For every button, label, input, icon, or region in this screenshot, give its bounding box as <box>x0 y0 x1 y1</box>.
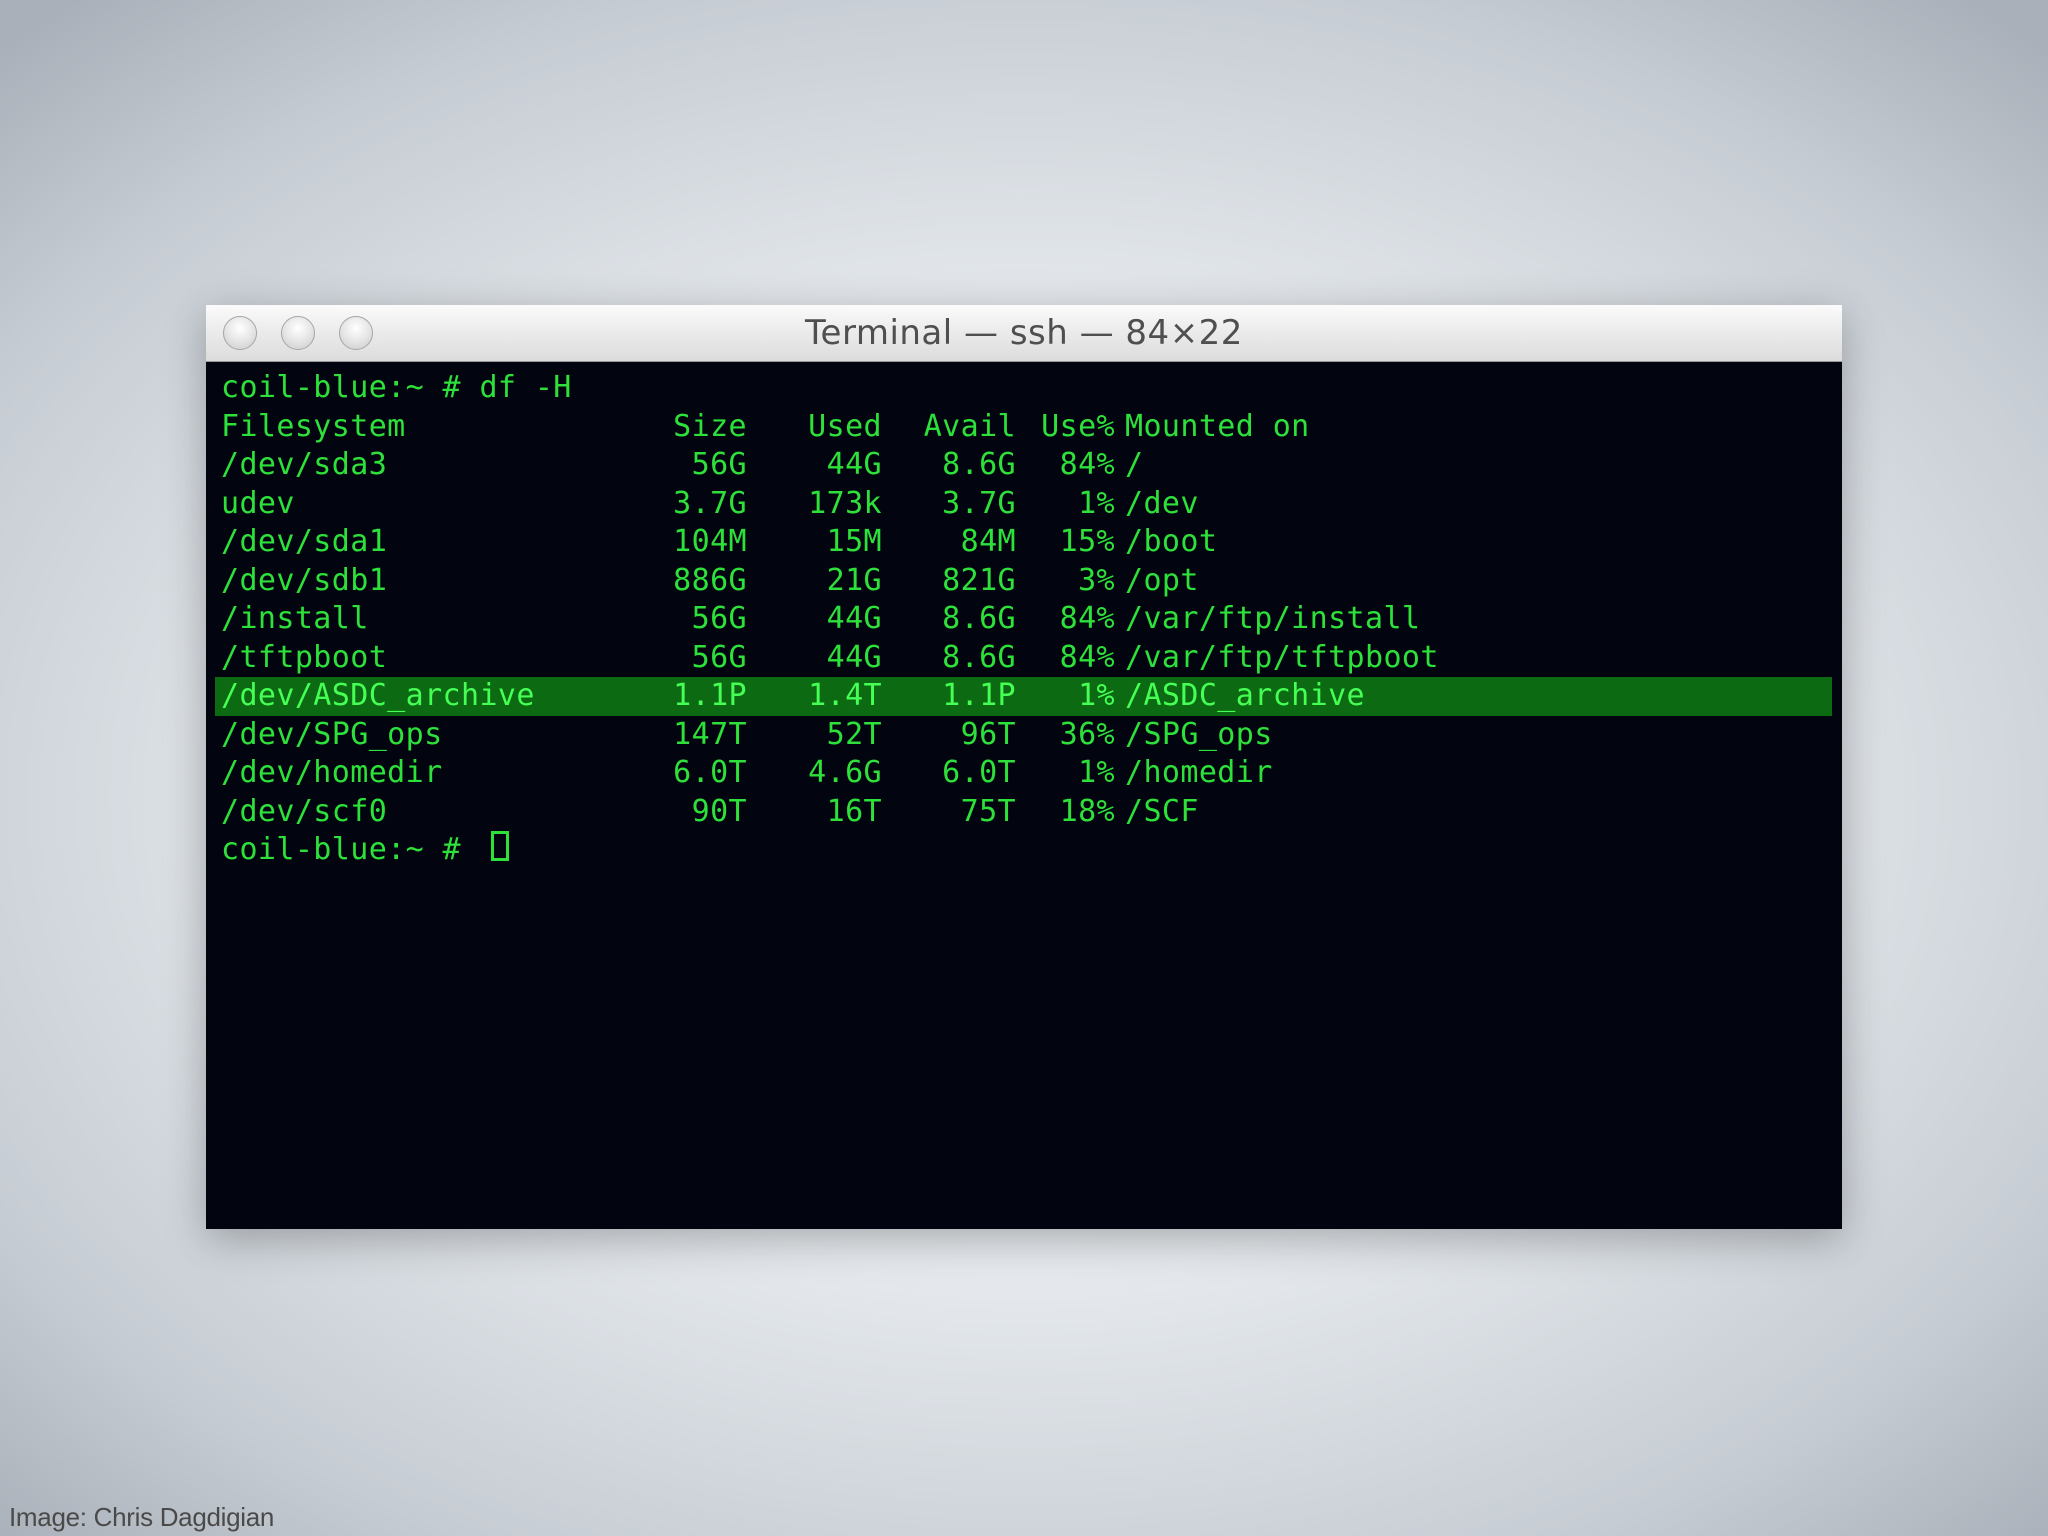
cell-size: 147T <box>673 716 747 752</box>
cell-filesystem: udev <box>221 485 295 521</box>
cell-mounted-on: /SCF <box>1125 793 1199 829</box>
cell-filesystem: /dev/homedir <box>221 755 443 790</box>
cell-size: 3.7G <box>673 485 747 521</box>
terminal-screen[interactable]: coil-blue:~ # df -H Filesystem Size Used… <box>215 369 1832 1229</box>
header-use-pct: Use% <box>1041 408 1115 444</box>
cell-used: 4.6G <box>808 755 882 790</box>
cell-size: 56G <box>691 447 747 482</box>
cell-size: 886G <box>673 562 747 598</box>
cell-filesystem: /dev/SPG_ops <box>221 716 443 752</box>
cell-used: 15M <box>826 524 882 559</box>
cell-avail: 6.0T <box>942 755 1016 790</box>
command-text: coil-blue:~ # df -H <box>221 370 572 405</box>
header-used: Used <box>808 408 882 444</box>
table-row: /dev/homedir 6.0T 4.6G 6.0T 1% /homedir <box>215 754 1832 793</box>
cell-used: 1.4T <box>808 678 882 713</box>
title-bar[interactable]: Terminal — ssh — 84×22 <box>206 305 1842 362</box>
cell-filesystem: /dev/sdb1 <box>221 562 388 598</box>
cell-filesystem: /dev/ASDC_archive <box>221 678 535 713</box>
cell-filesystem: /install <box>221 601 369 636</box>
cell-filesystem: /dev/scf0 <box>221 793 388 829</box>
cell-use-pct: 84% <box>1059 639 1115 675</box>
header-avail: Avail <box>923 408 1016 444</box>
table-row: /dev/sda3 56G 44G 8.6G 84% / <box>215 446 1832 485</box>
cell-filesystem: /dev/sda1 <box>221 524 388 559</box>
cell-size: 6.0T <box>673 755 747 790</box>
cell-avail: 8.6G <box>942 447 1016 482</box>
table-row: /dev/scf0 90T 16T 75T 18% /SCF <box>215 793 1832 832</box>
cell-avail: 8.6G <box>942 601 1016 636</box>
table-row: /dev/sdb1 886G 21G 821G 3% /opt <box>215 562 1832 601</box>
table-header: Filesystem Size Used Avail Use% Mounted … <box>215 408 1832 447</box>
cell-avail: 84M <box>960 524 1016 559</box>
cell-used: 16T <box>826 793 882 829</box>
cell-avail: 96T <box>960 716 1016 752</box>
cell-use-pct: 1% <box>1078 755 1115 790</box>
cell-used: 44G <box>826 447 882 482</box>
cell-use-pct: 36% <box>1059 716 1115 752</box>
cell-use-pct: 18% <box>1059 793 1115 829</box>
prompt-text: coil-blue:~ # <box>221 832 480 867</box>
cell-mounted-on: /var/ftp/tftpboot <box>1125 639 1439 675</box>
cell-size: 56G <box>691 601 747 636</box>
cell-use-pct: 15% <box>1059 524 1115 559</box>
cell-mounted-on: /SPG_ops <box>1125 716 1273 752</box>
cell-mounted-on: /homedir <box>1125 755 1273 790</box>
cell-size: 1.1P <box>673 678 747 713</box>
table-row: /install 56G 44G 8.6G 84% /var/ftp/insta… <box>215 600 1832 639</box>
cell-use-pct: 84% <box>1059 447 1115 482</box>
cell-used: 44G <box>826 639 882 675</box>
cell-mounted-on: /dev <box>1125 485 1199 521</box>
cell-avail: 821G <box>942 562 1016 598</box>
cell-filesystem: /tftpboot <box>221 639 388 675</box>
cell-used: 21G <box>826 562 882 598</box>
terminal-window[interactable]: Terminal — ssh — 84×22 coil-blue:~ # df … <box>206 305 1842 1229</box>
cell-size: 56G <box>691 639 747 675</box>
header-mounted-on: Mounted on <box>1125 408 1310 444</box>
text-cursor <box>491 831 509 861</box>
image-credit: Image: Chris Dagdigian <box>9 1502 275 1532</box>
cell-used: 52T <box>826 716 882 752</box>
prompt-line[interactable]: coil-blue:~ # <box>215 831 1832 870</box>
cell-use-pct: 1% <box>1078 485 1115 521</box>
cell-mounted-on: /var/ftp/install <box>1125 601 1421 636</box>
header-size: Size <box>673 408 747 444</box>
cell-avail: 3.7G <box>942 485 1016 521</box>
cell-use-pct: 84% <box>1059 601 1115 636</box>
window-title: Terminal — ssh — 84×22 <box>805 313 1243 353</box>
cell-use-pct: 1% <box>1078 678 1115 713</box>
cell-filesystem: /dev/sda3 <box>221 447 388 482</box>
cell-mounted-on: /opt <box>1125 562 1199 598</box>
cell-use-pct: 3% <box>1078 562 1115 598</box>
table-row-highlighted: /dev/ASDC_archive 1.1P 1.4T 1.1P 1% /ASD… <box>215 677 1832 716</box>
cell-mounted-on: /ASDC_archive <box>1125 678 1365 713</box>
table-row: /dev/sda1 104M 15M 84M 15% /boot <box>215 523 1832 562</box>
cell-mounted-on: / <box>1125 447 1144 482</box>
cell-size: 90T <box>691 793 747 829</box>
cell-avail: 8.6G <box>942 639 1016 675</box>
cell-avail: 1.1P <box>942 678 1016 713</box>
table-row: /tftpboot 56G 44G 8.6G 84% /var/ftp/tftp… <box>215 639 1832 678</box>
header-filesystem: Filesystem <box>221 408 406 444</box>
table-row: /dev/SPG_ops 147T 52T 96T 36% /SPG_ops <box>215 716 1832 755</box>
cell-used: 173k <box>808 485 882 521</box>
cell-avail: 75T <box>960 793 1016 829</box>
command-line: coil-blue:~ # df -H <box>215 369 1832 408</box>
cell-used: 44G <box>826 601 882 636</box>
table-row: udev 3.7G 173k 3.7G 1% /dev <box>215 485 1832 524</box>
cell-size: 104M <box>673 524 747 559</box>
cell-mounted-on: /boot <box>1125 524 1218 559</box>
